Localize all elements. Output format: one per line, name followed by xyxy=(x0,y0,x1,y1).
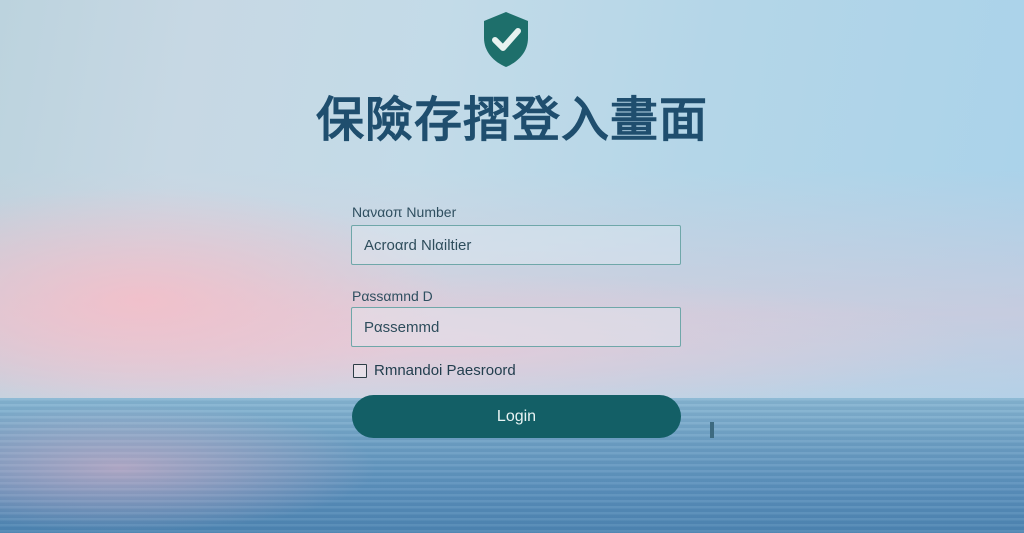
remember-password-option[interactable]: Rmnandoi Paesroord xyxy=(353,362,516,379)
shield-check-icon xyxy=(484,12,528,67)
account-number-label: Nαναοπ Number xyxy=(352,204,457,220)
remember-checkbox[interactable] xyxy=(353,363,367,378)
buoy-marker xyxy=(710,422,714,438)
page-title: 保險存摺登入畫面 xyxy=(315,92,708,148)
remember-label: Rmnandoi Paesroord xyxy=(374,362,516,379)
login-screen: 保險存摺登入畫面 Nαναοπ Number Pαssαmnd D Rmnand… xyxy=(0,0,1024,533)
password-input[interactable] xyxy=(351,307,681,347)
password-label: Pαssαmnd D xyxy=(352,288,433,304)
login-button[interactable]: Login xyxy=(352,395,681,438)
account-number-input[interactable] xyxy=(351,225,681,265)
